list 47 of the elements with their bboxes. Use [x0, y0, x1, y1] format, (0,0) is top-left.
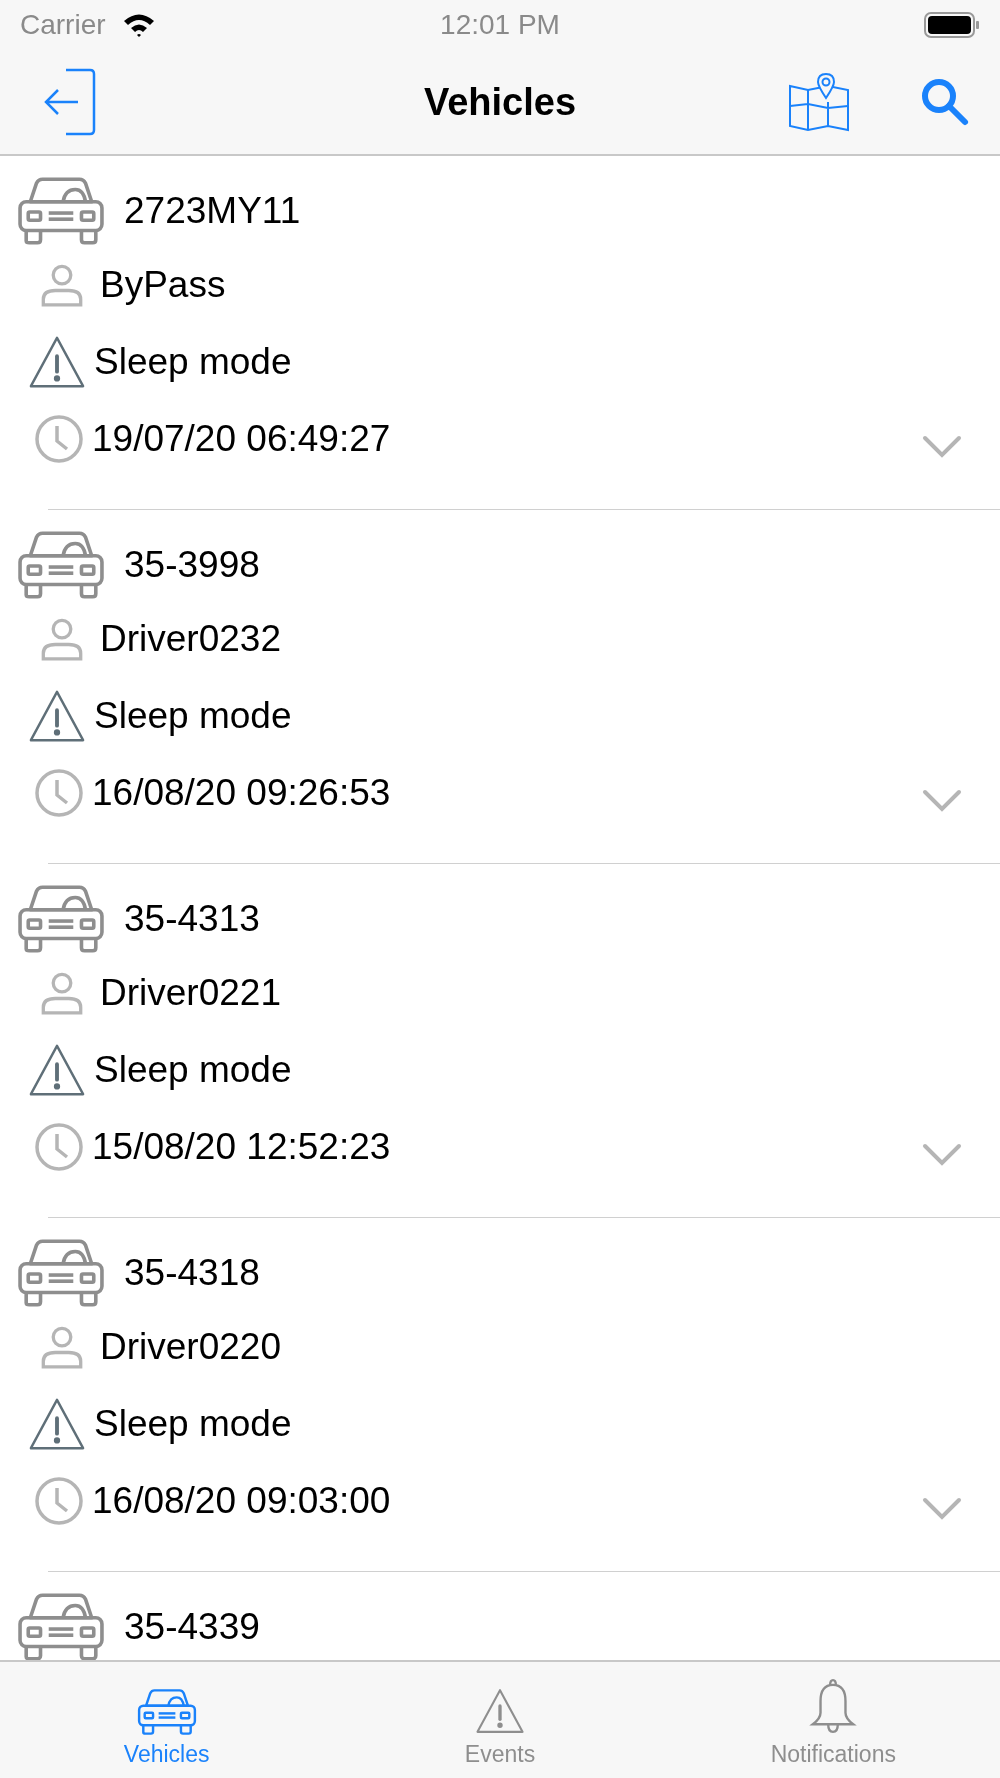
car-icon: [18, 177, 104, 245]
chevron-down-icon[interactable]: [922, 435, 962, 459]
vehicle-plate: 35-4313: [124, 898, 260, 940]
timestamp: 19/07/20 06:49:27: [92, 417, 391, 460]
driver-name: Driver0221: [100, 971, 281, 1014]
bell-icon: [809, 1677, 858, 1735]
person-icon: [40, 970, 84, 1015]
carrier-label: Carrier: [20, 9, 106, 41]
logout-button[interactable]: [44, 68, 96, 136]
vehicle-status: Sleep mode: [94, 694, 292, 737]
person-icon: [40, 616, 84, 661]
car-icon: [136, 1689, 197, 1735]
vehicle-status: Sleep mode: [94, 340, 292, 383]
driver-name: Driver0232: [100, 617, 281, 660]
timestamp: 16/08/20 09:26:53: [92, 771, 391, 814]
search-button[interactable]: [920, 77, 970, 127]
chevron-down-icon[interactable]: [922, 1497, 962, 1521]
car-icon: [18, 885, 104, 953]
vehicle-status: Sleep mode: [94, 1048, 292, 1091]
warning-icon: [475, 1687, 525, 1735]
person-icon: [40, 262, 84, 307]
vehicle-status: Sleep mode: [94, 1402, 292, 1445]
driver-name: ByPass: [100, 263, 226, 306]
timestamp: 16/08/20 09:03:00: [92, 1479, 391, 1522]
vehicle-plate: 35-4339: [124, 1606, 260, 1648]
car-icon: [18, 1593, 104, 1660]
vehicle-plate: 2723MY11: [124, 190, 301, 232]
clock-icon: [34, 1475, 84, 1526]
status-time: 12:01 PM: [440, 9, 560, 41]
car-icon: [18, 1239, 104, 1307]
chevron-down-icon[interactable]: [922, 789, 962, 813]
map-button[interactable]: [788, 72, 850, 132]
vehicle-plate: 35-4318: [124, 1252, 260, 1294]
clock-icon: [34, 413, 84, 464]
clock-icon: [34, 1121, 84, 1172]
tab-bar-item[interactable]: Notifications: [666, 1662, 1000, 1778]
battery-icon: [924, 12, 980, 38]
vehicle-plate: 35-3998: [124, 544, 260, 586]
tab-bar-item[interactable]: Vehicles: [0, 1662, 334, 1778]
person-icon: [40, 1324, 84, 1369]
timestamp: 15/08/20 12:52:23: [92, 1125, 391, 1168]
clock-icon: [34, 767, 84, 818]
car-icon: [18, 531, 104, 599]
tab-bar-item[interactable]: Events: [333, 1662, 667, 1778]
driver-name: Driver0220: [100, 1325, 281, 1368]
chevron-down-icon[interactable]: [922, 1143, 962, 1167]
page-title: Vehicles: [423, 80, 577, 124]
